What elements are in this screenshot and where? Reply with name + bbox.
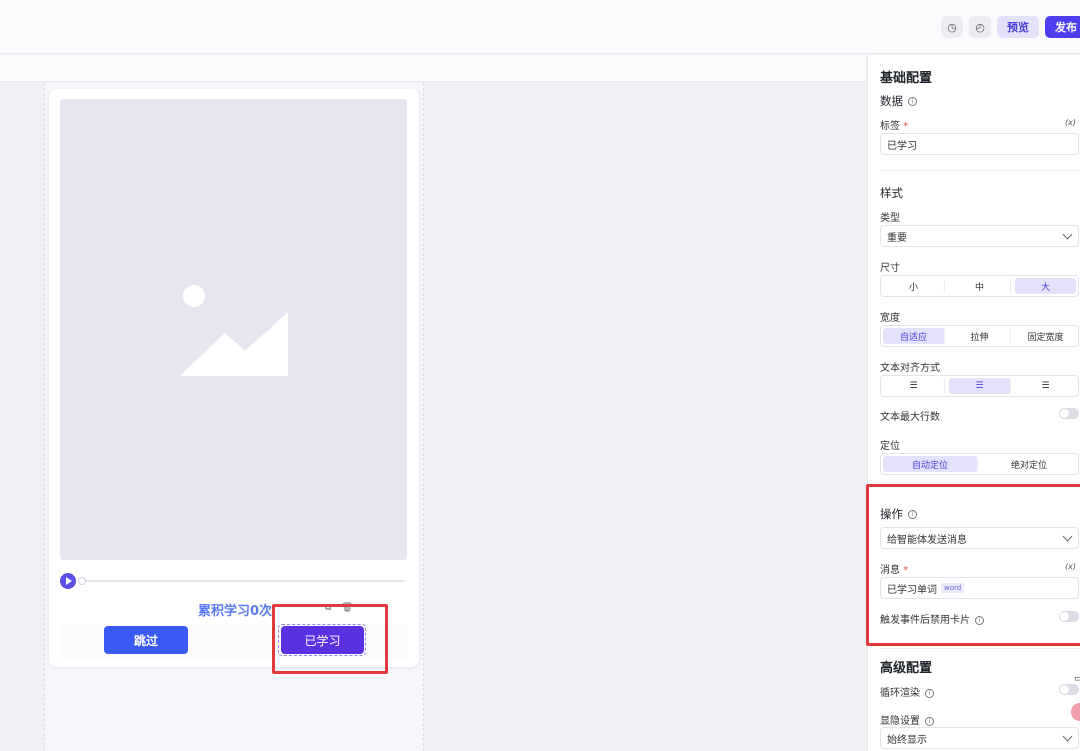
advanced-config-title: 高级配置 <box>880 661 933 676</box>
size-segmented: 小 中 大 <box>880 275 1079 297</box>
basic-config-title: 基础配置 <box>880 71 933 86</box>
position-option-auto[interactable]: 自动定位 <box>883 456 978 472</box>
size-option-medium[interactable]: 中 <box>949 278 1011 294</box>
type-select-value: 重要 <box>887 232 907 244</box>
position-segmented: 自动定位 绝对定位 <box>880 453 1079 475</box>
width-option-stretch[interactable]: 拉伸 <box>949 328 1011 344</box>
label-field-label: 标签 * <box>880 117 908 132</box>
position-option-absolute[interactable]: 绝对定位 <box>982 456 1076 472</box>
label-input[interactable]: 已学习 <box>880 133 1079 155</box>
divider <box>880 648 1080 649</box>
style-section-title: 样式 <box>880 186 903 200</box>
align-right-icon[interactable]: ☰ <box>1015 378 1076 394</box>
image-placeholder[interactable] <box>60 99 407 560</box>
publish-button[interactable]: 发布 <box>1045 16 1080 38</box>
loop-title-text: 循环渲染 <box>880 688 920 699</box>
label-title-text: 标签 <box>880 121 900 132</box>
progress-track[interactable] <box>86 580 405 582</box>
position-label: 定位 <box>880 441 900 452</box>
progress-knob[interactable] <box>78 577 86 585</box>
history-icon[interactable]: ◴ <box>969 16 991 38</box>
study-count-text: 累积学习0次 <box>198 604 273 619</box>
width-option-fixed[interactable]: 固定宽度 <box>1015 328 1076 344</box>
collapse-icon[interactable]: ▭ <box>1074 674 1080 684</box>
width-option-auto[interactable]: 自适应 <box>883 328 945 344</box>
chevron-down-icon <box>1062 731 1073 742</box>
loop-render-toggle[interactable] <box>1059 684 1079 695</box>
visibility-select-value: 始终显示 <box>887 734 927 746</box>
text-align-label: 文本对齐方式 <box>880 363 940 374</box>
highlight-box-button <box>272 604 388 674</box>
info-icon: i <box>908 97 917 106</box>
align-center-icon[interactable]: ☰ <box>949 378 1011 394</box>
visibility-title-text: 显隐设置 <box>880 716 920 727</box>
data-section-title: 数据 i <box>880 93 917 109</box>
text-align-segmented: ☰ ☰ ☰ <box>880 375 1079 397</box>
properties-panel <box>867 55 1080 751</box>
max-lines-label: 文本最大行数 <box>880 412 940 423</box>
width-label: 宽度 <box>880 313 900 324</box>
info-icon: i <box>925 716 934 726</box>
canvas-subbar <box>0 55 866 82</box>
visibility-label: 显隐设置 i <box>880 712 934 727</box>
divider <box>880 170 1080 171</box>
info-icon: i <box>925 688 934 698</box>
highlight-box-action <box>866 484 1080 646</box>
size-label: 尺寸 <box>880 263 900 274</box>
loop-render-label: 循环渲染 i <box>880 684 934 699</box>
image-placeholder-icon <box>180 285 288 376</box>
chevron-down-icon <box>1062 229 1073 240</box>
top-toolbar <box>0 0 1080 54</box>
align-left-icon[interactable]: ☰ <box>883 378 945 394</box>
play-button[interactable] <box>60 573 76 589</box>
type-label: 类型 <box>880 213 900 224</box>
skip-button[interactable]: 跳过 <box>104 626 188 654</box>
data-title-text: 数据 <box>880 94 903 108</box>
width-segmented: 自适应 拉伸 固定宽度 <box>880 325 1079 347</box>
size-option-small[interactable]: 小 <box>883 278 945 294</box>
size-option-large[interactable]: 大 <box>1015 278 1076 294</box>
clock-icon[interactable]: ◷ <box>941 16 963 38</box>
required-mark: * <box>903 121 909 132</box>
visibility-select[interactable]: 始终显示 <box>880 727 1079 749</box>
type-select[interactable]: 重要 <box>880 225 1079 247</box>
preview-button[interactable]: 预览 <box>997 16 1039 38</box>
max-lines-toggle[interactable] <box>1059 408 1079 419</box>
variable-icon[interactable]: (x) <box>1065 118 1076 127</box>
